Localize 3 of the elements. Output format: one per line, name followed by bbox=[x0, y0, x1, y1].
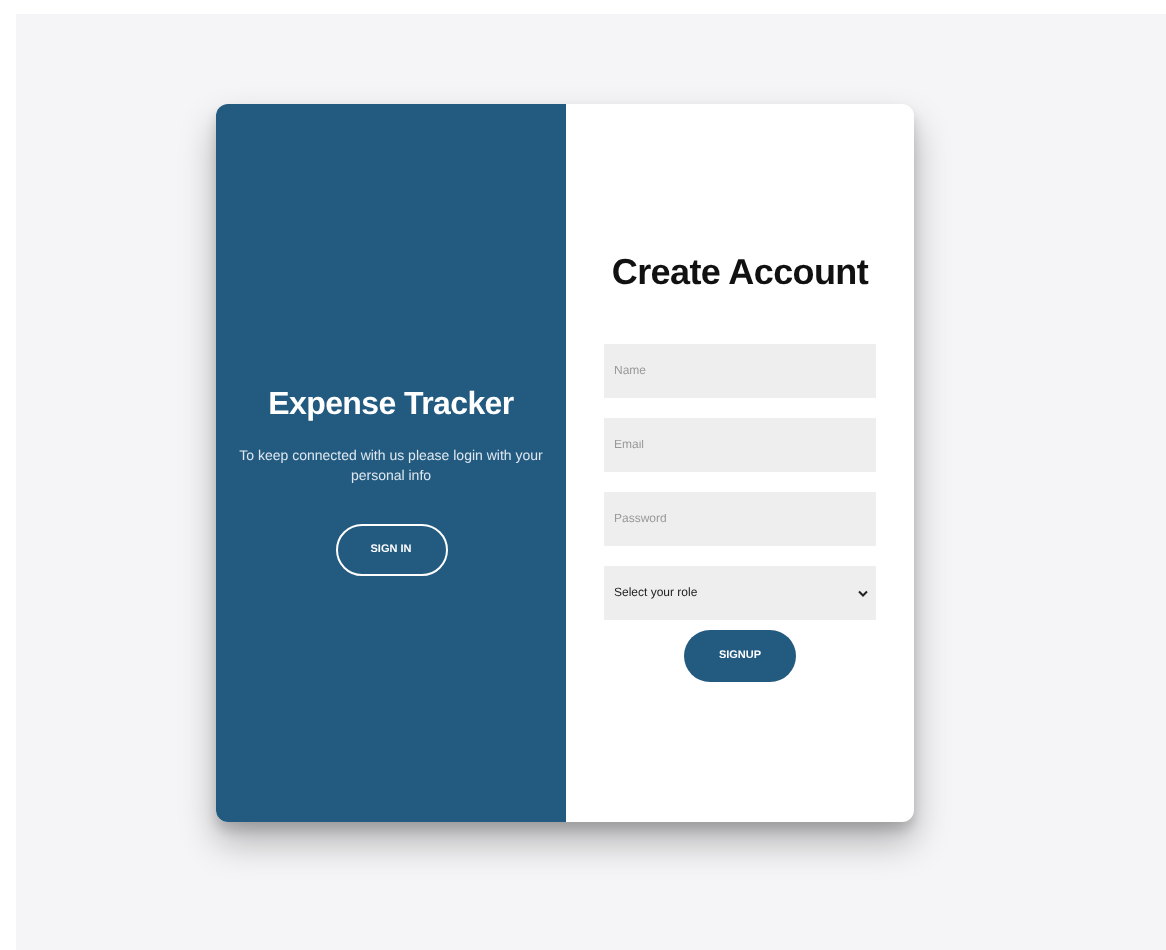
app-title: Expense Tracker bbox=[268, 387, 514, 423]
chevron-icon bbox=[858, 589, 868, 597]
form-title: Create Account bbox=[611, 252, 869, 294]
